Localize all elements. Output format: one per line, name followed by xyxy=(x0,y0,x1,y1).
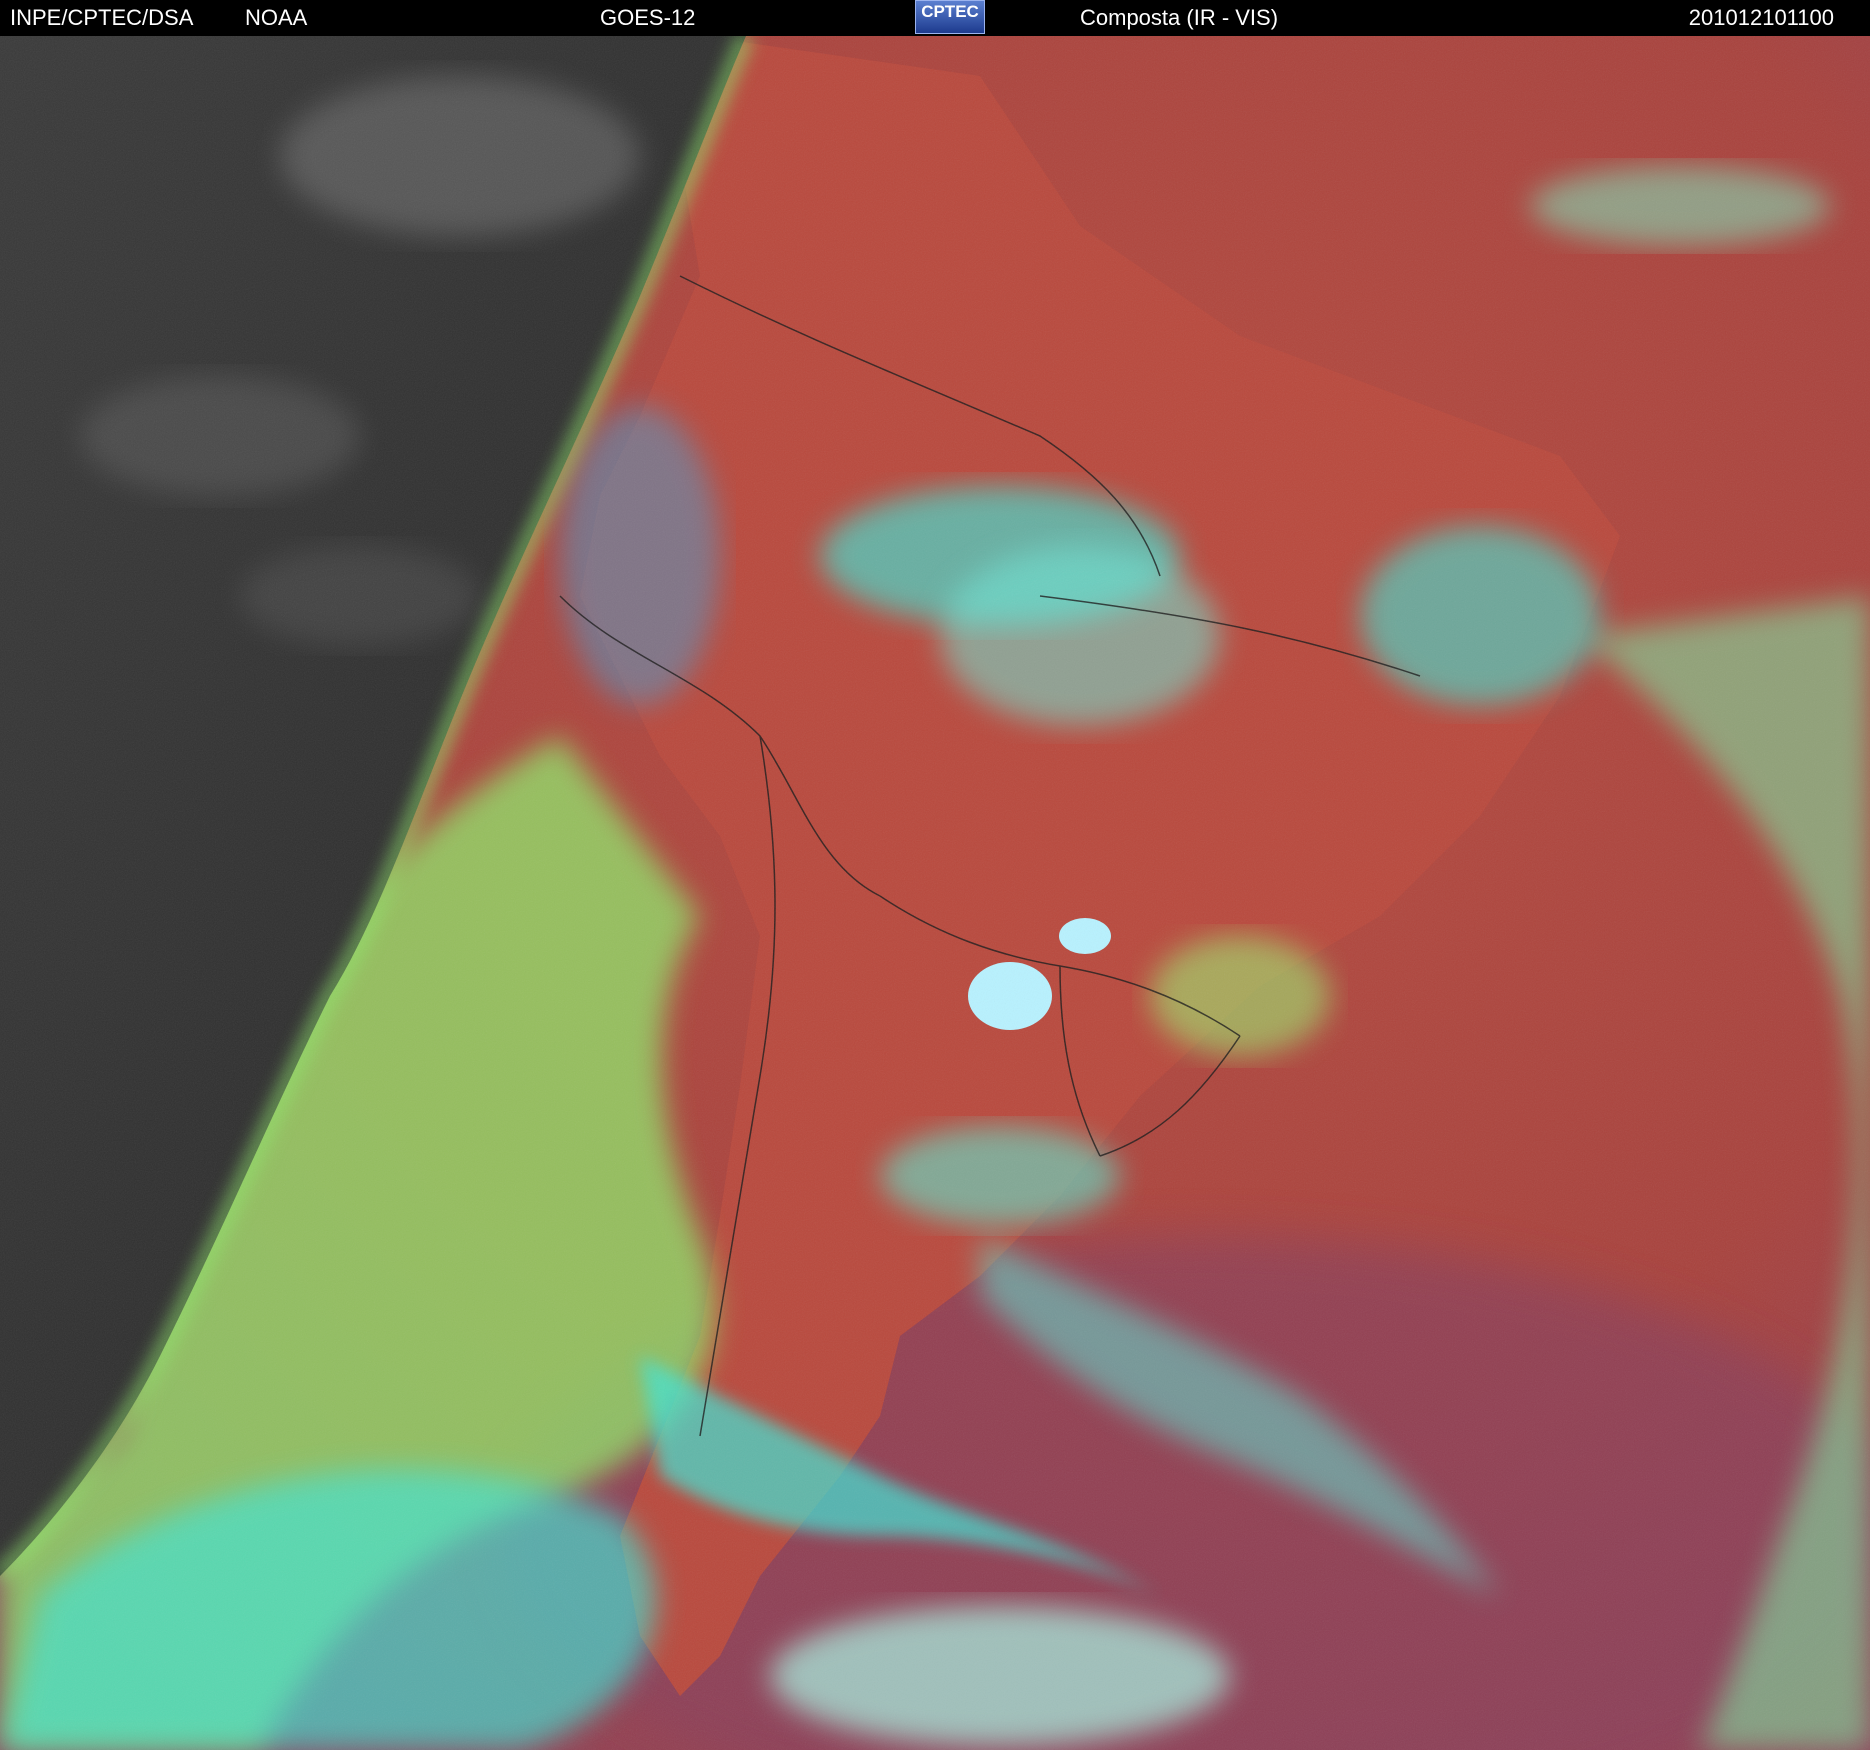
product-label: Composta (IR - VIS) xyxy=(1080,5,1279,30)
timestamp-label: 201012101100 xyxy=(1688,5,1834,30)
organization-label: INPE/CPTEC/DSA xyxy=(10,5,194,30)
image-noise-texture xyxy=(0,36,1870,1750)
cptec-logo-icon: CPTEC xyxy=(915,0,985,34)
header-bar: INPE/CPTEC/DSA NOAA GOES-12 CPTEC Compos… xyxy=(0,0,1870,36)
logo-text: CPTEC xyxy=(921,2,979,21)
satellite-label: GOES-12 xyxy=(600,5,696,30)
satellite-image-frame: INPE/CPTEC/DSA NOAA GOES-12 CPTEC Compos… xyxy=(0,0,1870,1750)
agency-label: NOAA xyxy=(245,5,308,30)
satellite-composite-image xyxy=(0,36,1870,1750)
